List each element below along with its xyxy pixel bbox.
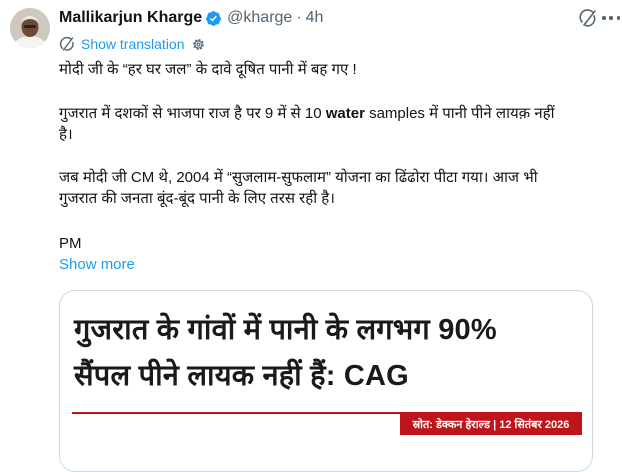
card-headline-line-2: सैंपल पीने लायक नहीं हैं: CAG — [74, 360, 409, 392]
timestamp[interactable]: 4h — [306, 9, 324, 27]
tweet-header: Mallikarjun Kharge @kharge · 4h — [59, 6, 323, 30]
tweet-text-line-2: गुजरात में दशकों से भाजपा राज है पर 9 मे… — [59, 104, 555, 124]
separator-dot: · — [296, 9, 302, 26]
show-more-link[interactable]: Show more — [59, 256, 135, 273]
tweet-text-line-5: गुजरात की जनता बूंद-बूंद पानी के लिए तरस… — [59, 190, 335, 207]
more-options-icon[interactable] — [602, 8, 620, 28]
card-source-label: स्रोत: डेक्कन हेराल्ड | 12 सितंबर 2026 — [400, 413, 582, 435]
translate-row: Show translation — [59, 34, 206, 54]
media-card[interactable]: गुजरात के गांवों में पानी के लगभग 90% सै… — [59, 290, 593, 472]
tweet-text-line-1: मोदी जी के “हर घर जल” के दावे दूषित पानी… — [59, 61, 357, 78]
verified-badge-icon — [206, 10, 222, 26]
gear-icon[interactable] — [191, 37, 206, 52]
translate-icon — [60, 37, 74, 51]
tweet-text-segment: samples में पानी पीने लायक़ नहीं — [364, 105, 555, 122]
avatar[interactable] — [10, 8, 50, 48]
tweet-text-line-6: PM — [59, 235, 82, 252]
author-name[interactable]: Mallikarjun Kharge — [59, 9, 202, 27]
card-headline-line-1: गुजरात के गांवों में पानी के लगभग 90% — [74, 314, 497, 346]
tweet-text-bold: water — [325, 105, 365, 122]
tweet-text-segment: गुजरात में दशकों से भाजपा राज है पर 9 मे… — [59, 105, 326, 122]
author-handle[interactable]: @kharge — [227, 9, 292, 27]
grok-icon[interactable] — [578, 8, 598, 28]
tweet-text-line-3: है। — [59, 126, 73, 143]
show-translation-link[interactable]: Show translation — [81, 36, 185, 52]
tweet-text-line-4: जब मोदी जी CM थे, 2004 में “सुजलाम-सुफला… — [59, 169, 538, 186]
